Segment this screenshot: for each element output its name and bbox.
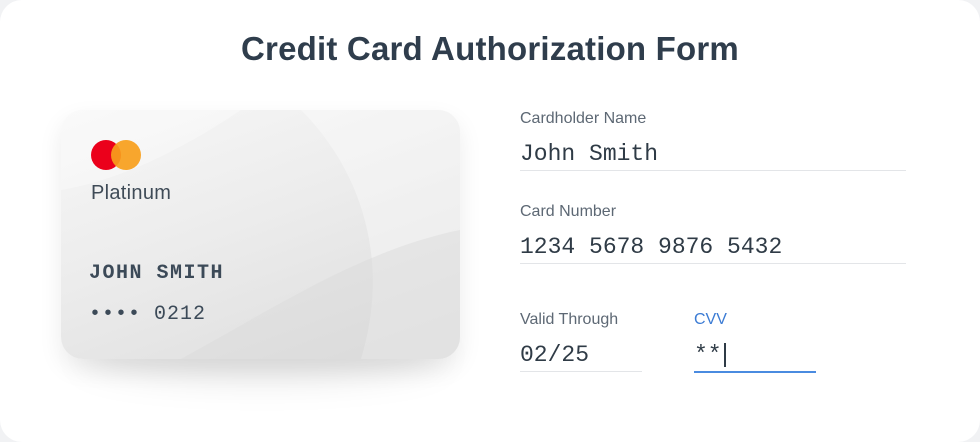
cardholder-name-label: Cardholder Name — [520, 110, 647, 127]
cvv-value: ** — [694, 342, 722, 368]
mastercard-logo-icon — [91, 140, 143, 170]
valid-through-label: Valid Through — [520, 311, 619, 328]
valid-through-field: Valid Through 02/25 — [520, 311, 642, 372]
card-number-masked: •••• 0212 — [89, 303, 207, 326]
cardholder-name-field: Cardholder Name John Smith — [520, 110, 906, 171]
form-panel: Credit Card Authorization Form Platinum … — [0, 0, 980, 442]
cvv-input[interactable]: ** — [694, 339, 816, 373]
text-caret — [723, 342, 726, 367]
valid-through-input[interactable]: 02/25 — [520, 339, 642, 372]
card-holder-name: JOHN SMITH — [89, 262, 225, 285]
page-title: Credit Card Authorization Form — [241, 30, 739, 67]
cvv-field: CVV ** — [694, 311, 816, 373]
card-number-label: Card Number — [520, 203, 617, 220]
card-number-field: Card Number 1234 5678 9876 5432 — [520, 203, 906, 264]
card-number-input[interactable]: 1234 5678 9876 5432 — [520, 231, 906, 264]
card-tier: Platinum — [91, 182, 172, 204]
credit-card-preview: Platinum JOHN SMITH •••• 0212 — [61, 110, 460, 359]
cardholder-name-input[interactable]: John Smith — [520, 138, 906, 171]
cvv-label: CVV — [694, 311, 727, 328]
